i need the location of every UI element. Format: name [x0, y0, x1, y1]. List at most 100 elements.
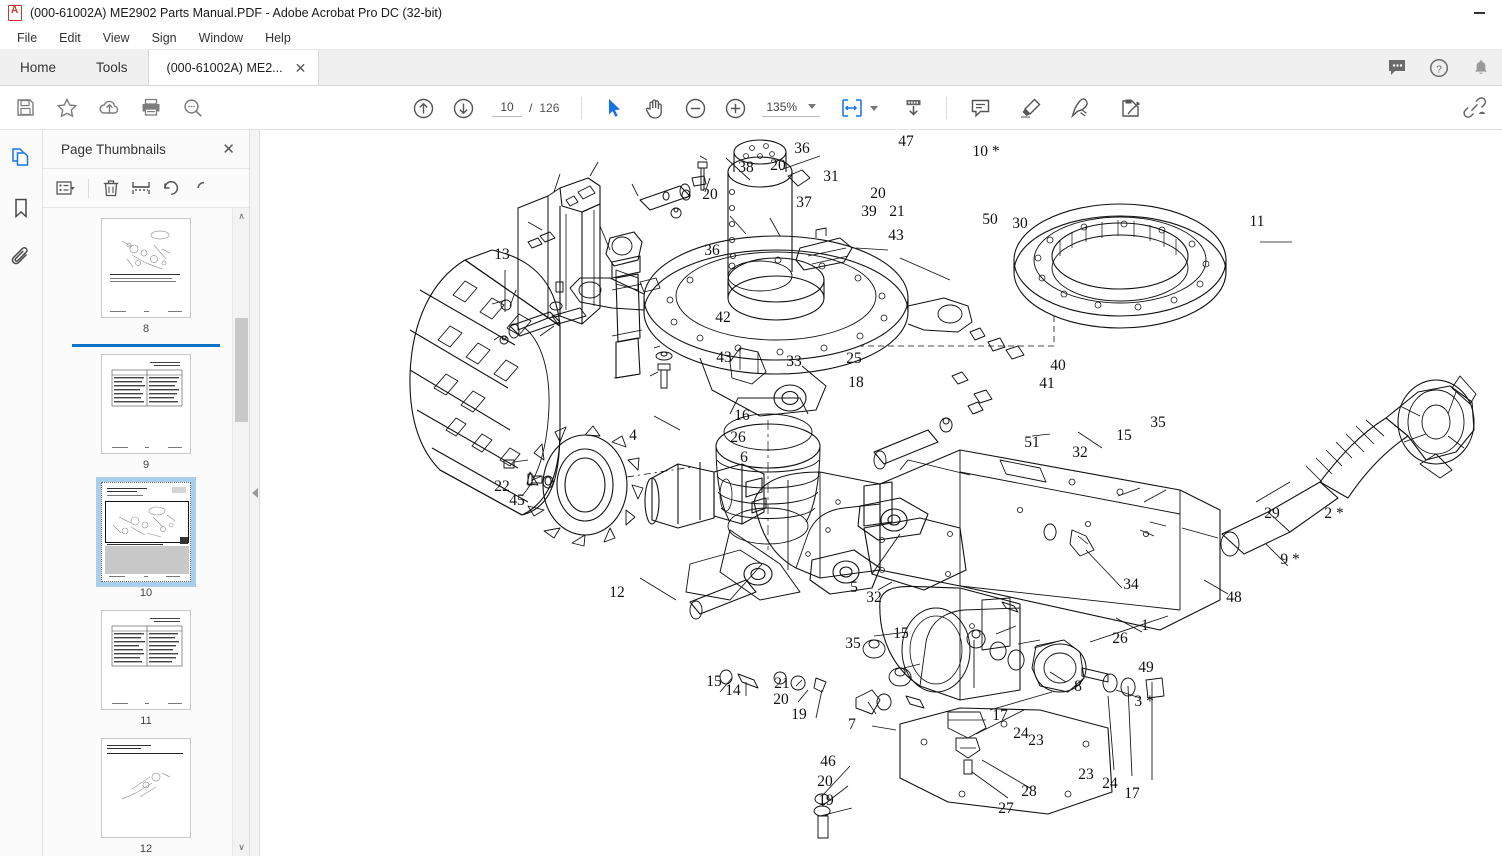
menu-item-view[interactable]: View	[92, 29, 141, 47]
part-callout: 24	[1013, 725, 1029, 742]
part-callout: 3 *	[1134, 693, 1154, 710]
zoom-in-circle-icon[interactable]	[722, 95, 748, 121]
menu-item-edit[interactable]: Edit	[48, 29, 92, 47]
menu-item-file[interactable]: File	[6, 29, 48, 47]
thumbnails-list: 8 9 10 11 12	[43, 214, 249, 856]
highlighter-icon[interactable]	[1017, 95, 1043, 121]
close-icon[interactable]: ✕	[295, 61, 307, 75]
toolbar-left-group	[0, 95, 206, 121]
cloud-upload-icon[interactable]	[96, 95, 122, 121]
fill-and-sign-icon[interactable]	[1117, 95, 1143, 121]
delete-pages-icon[interactable]	[98, 175, 124, 201]
bucket-link-bracket	[517, 177, 601, 331]
part-callout: 15	[706, 673, 722, 690]
menu-item-window[interactable]: Window	[188, 29, 254, 47]
page-thumbnails-icon[interactable]	[7, 144, 35, 172]
thumbnail-page-11[interactable]: 11	[101, 610, 191, 727]
close-icon[interactable]: ✕	[222, 142, 235, 157]
tab-tools[interactable]: Tools	[76, 49, 148, 85]
sprocket-bolts	[527, 473, 554, 489]
tab-bar-actions: ?	[1384, 50, 1494, 86]
window-controls	[1456, 0, 1502, 26]
draw-pen-icon[interactable]	[1067, 95, 1093, 121]
part-callout: 19	[791, 706, 807, 723]
scroll-down-page-icon[interactable]	[900, 95, 926, 121]
part-callout: 35	[1150, 414, 1166, 431]
thumbnail-image	[101, 738, 191, 838]
thumbnail-page-12[interactable]: 12	[101, 738, 191, 855]
menu-item-help[interactable]: Help	[254, 29, 302, 47]
loading-progress-bar	[72, 344, 220, 347]
zoom-level-dropdown[interactable]: 135%	[762, 99, 821, 117]
panel-toolbar	[43, 168, 249, 208]
panel-collapse-handle[interactable]	[250, 130, 260, 856]
cursor-arrow-icon[interactable]	[602, 95, 628, 121]
print-icon[interactable]	[138, 95, 164, 121]
chat-bubble-icon[interactable]	[1384, 55, 1410, 81]
page-separator: /	[529, 101, 533, 115]
tab-document-label: (000-61002A) ME2...	[166, 60, 283, 75]
part-callout: 20	[870, 185, 886, 202]
navigation-rail	[0, 130, 43, 856]
part-callout: 32	[1072, 444, 1088, 461]
thumbnail-size-dropdown-icon[interactable]	[53, 175, 79, 201]
part-callout: 8	[1074, 678, 1082, 695]
part-callout: 28	[1021, 783, 1037, 800]
thumbnail-image	[96, 477, 196, 587]
toolbar-divider	[581, 97, 583, 119]
menu-item-sign[interactable]: Sign	[141, 29, 188, 47]
zoom-search-icon[interactable]	[180, 95, 206, 121]
scroll-down-arrow-icon[interactable]: ∨	[233, 839, 250, 856]
hand-pan-icon[interactable]	[642, 95, 668, 121]
scroll-up-arrow-icon[interactable]: ∧	[233, 208, 250, 225]
thumbnail-image	[101, 354, 191, 454]
panel-toolbar-divider	[88, 178, 89, 198]
tab-home[interactable]: Home	[0, 49, 77, 85]
pdf-document-icon	[8, 5, 22, 21]
part-callout: 27	[998, 800, 1014, 817]
fit-width-chevron-down-icon[interactable]	[870, 105, 879, 111]
arrow-up-circle-icon[interactable]	[410, 95, 436, 121]
comment-icon[interactable]	[967, 95, 993, 121]
help-circle-icon[interactable]: ?	[1426, 55, 1452, 81]
part-callout: 35	[845, 635, 861, 652]
save-icon[interactable]	[12, 95, 38, 121]
rotate-counterclockwise-icon[interactable]	[158, 175, 184, 201]
thumbnails-scroll-area[interactable]: 8 9 10 11 12	[43, 208, 249, 856]
thumbnail-page-10[interactable]: 10	[96, 477, 196, 599]
part-callout: 20	[817, 773, 833, 790]
part-callout: 11	[1250, 213, 1265, 230]
star-favorite-icon[interactable]	[54, 95, 80, 121]
acrobat-window: (000-61002A) ME2902 Parts Manual.PDF - A…	[0, 0, 1502, 856]
zoom-out-circle-icon[interactable]	[682, 95, 708, 121]
thumbnail-page-9[interactable]: 9	[101, 354, 191, 471]
part-callout: 5	[850, 579, 858, 596]
thumbnail-image	[101, 218, 191, 318]
svg-text:?: ?	[1436, 63, 1442, 75]
minimize-button[interactable]	[1456, 0, 1502, 26]
part-callout: 42	[715, 309, 731, 326]
slewing-ring-gear	[860, 203, 1227, 347]
part-callout: 47	[898, 133, 914, 150]
tab-document[interactable]: (000-61002A) ME2... ✕	[147, 50, 320, 85]
rotate-clockwise-icon[interactable]	[188, 175, 214, 201]
page-number-input[interactable]	[492, 99, 522, 117]
tab-bar: Home Tools (000-61002A) ME2... ✕ ?	[0, 49, 1502, 86]
attachments-icon[interactable]	[7, 244, 35, 272]
part-callout: 30	[1012, 215, 1028, 232]
scrollbar-thumb[interactable]	[235, 318, 248, 422]
arrow-down-circle-icon[interactable]	[450, 95, 476, 121]
share-link-icon[interactable]	[1462, 95, 1488, 121]
part-callout: 22	[494, 478, 510, 495]
part-callout: 18	[848, 374, 864, 391]
part-callout: 36	[704, 242, 720, 259]
thumbnail-page-8[interactable]: 8	[101, 218, 191, 335]
track-assembly	[409, 249, 561, 516]
zoom-level-value: 135%	[766, 99, 798, 114]
document-viewport[interactable]: 13 38 20 36 31 20 36 37 39 43 20 21 47 10 * 50 30 11 42 43…	[260, 130, 1502, 856]
extract-pages-icon[interactable]	[128, 175, 154, 201]
bookmarks-icon[interactable]	[7, 194, 35, 222]
thumbnails-scrollbar[interactable]: ∧ ∨	[232, 208, 249, 856]
fit-width-icon[interactable]	[838, 95, 864, 121]
notification-bell-icon[interactable]	[1468, 55, 1494, 81]
